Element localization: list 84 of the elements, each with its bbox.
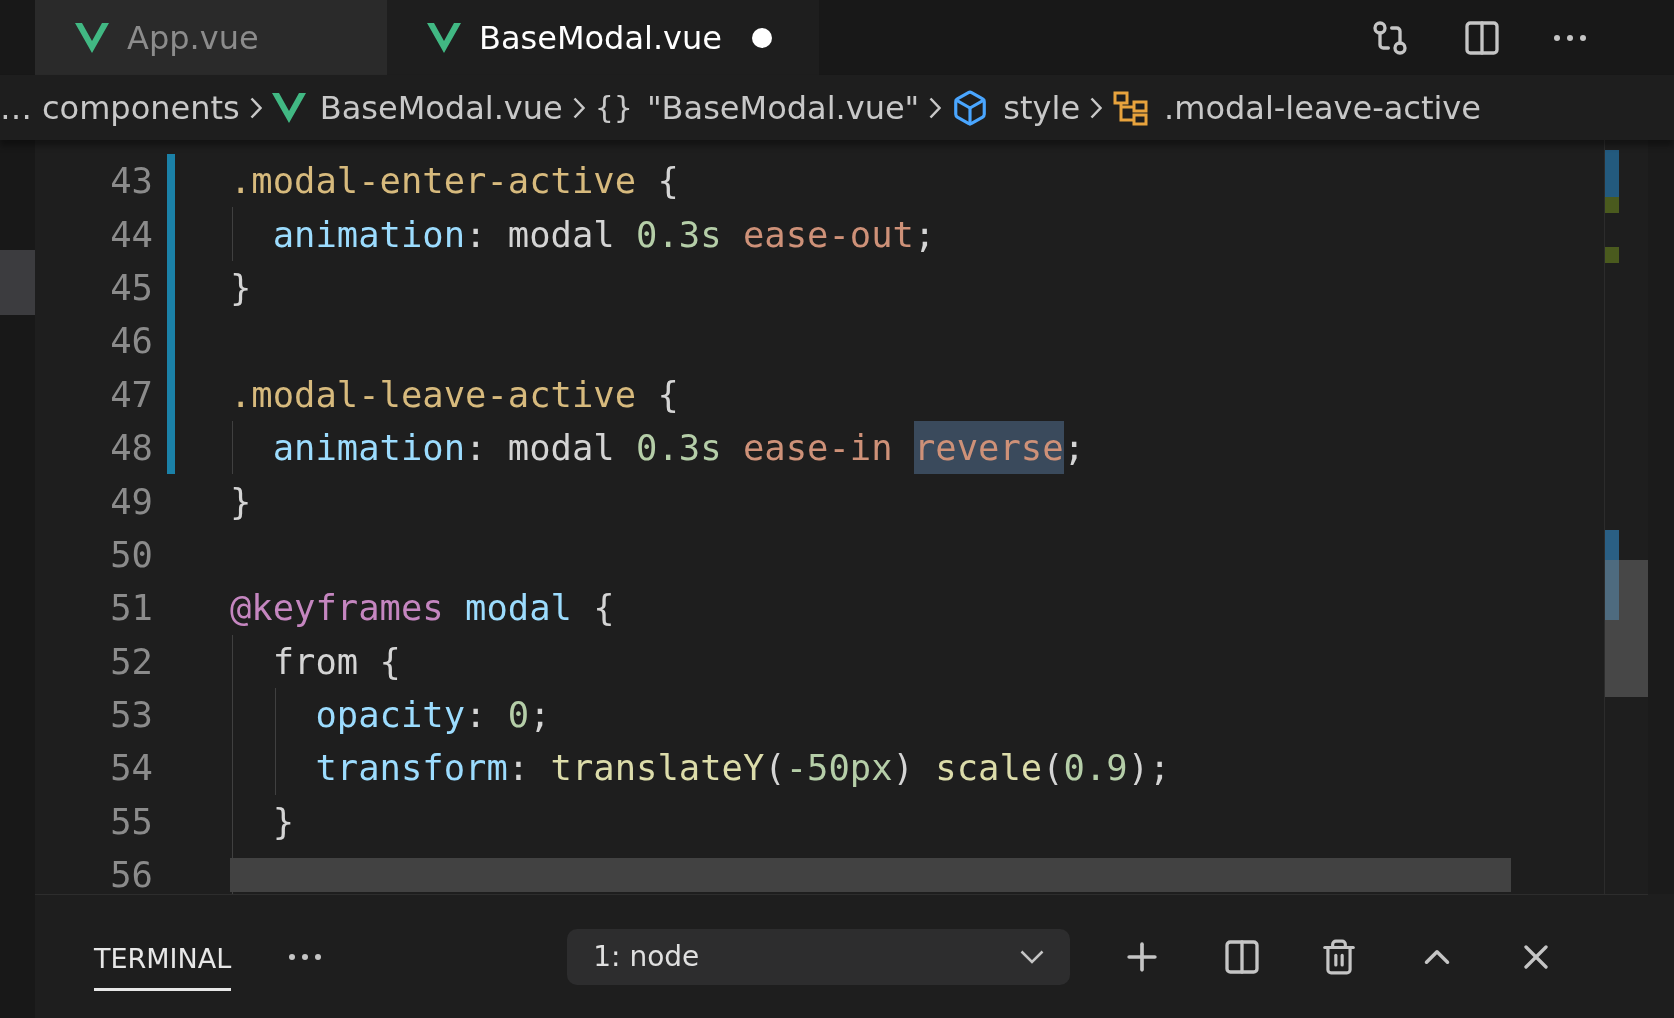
code-token: : modal (465, 212, 616, 257)
breadcrumb-label: style (1003, 88, 1081, 127)
code-token: opacity (314, 693, 466, 738)
vue-file-icon (75, 22, 109, 53)
code-token: scale (935, 746, 1043, 791)
code-token: ( (1042, 746, 1064, 791)
line-number: 44 (109, 213, 153, 255)
code-token: from { (271, 639, 401, 684)
tab-label: App.vue (127, 18, 259, 57)
more-actions-button[interactable] (289, 953, 322, 960)
code-token: reverse (913, 421, 1064, 475)
ellipsis-icon (289, 953, 322, 960)
line-number: 55 (109, 800, 153, 842)
chevron-right-icon (929, 96, 942, 119)
line-number: 46 (109, 320, 153, 362)
line-number: 43 (109, 160, 153, 202)
code-token: translateY (550, 746, 765, 791)
code-token: ease-in (742, 426, 894, 471)
code-token: animation (271, 212, 466, 257)
chevron-right-icon (1090, 96, 1103, 119)
breadcrumb-item[interactable]: BaseModal.vue (271, 88, 563, 127)
editor-tab[interactable]: BaseModal.vue (387, 0, 819, 75)
breadcrumb-item[interactable]: … (0, 88, 32, 127)
line-number: 52 (109, 640, 153, 682)
overview-ruler[interactable] (1604, 140, 1648, 894)
breadcrumb-item[interactable]: style (951, 88, 1081, 127)
terminal-select[interactable]: 1: node (567, 928, 1071, 985)
line-number: 56 (109, 854, 153, 894)
ellipsis-icon (1554, 34, 1586, 41)
change-marker (1605, 247, 1619, 263)
code-token: .modal-leave-active (230, 372, 637, 417)
unsaved-dot-icon (752, 27, 772, 48)
code-token: @keyframes (230, 586, 445, 631)
code-token: { (656, 159, 679, 204)
line-number: 50 (109, 533, 153, 575)
code-token: } (271, 799, 295, 844)
code-token: ; (913, 212, 936, 257)
code-token: .modal-enter-active (230, 159, 637, 204)
code-token: animation (271, 426, 466, 471)
line-number: 51 (109, 587, 153, 629)
code-token: 0.9 (1063, 746, 1128, 791)
code-token: ; (1063, 426, 1085, 471)
breadcrumb-item[interactable]: components (42, 88, 240, 127)
hierarchy-icon (1112, 89, 1151, 126)
code-token: : (507, 746, 531, 791)
code-token: { (656, 372, 679, 417)
panel-tab[interactable]: TERMINAL (94, 926, 232, 991)
code-token: } (230, 479, 252, 524)
line-number: 45 (109, 266, 153, 308)
breadcrumb-label: BaseModal.vue (319, 88, 563, 127)
tab-label: BaseModal.vue (479, 18, 722, 57)
code-token: -50px (785, 746, 893, 791)
chevron-right-icon (249, 96, 262, 119)
code-token: modal (465, 586, 572, 631)
code-token: : (465, 693, 488, 738)
horizontal-scrollbar[interactable] (230, 858, 1511, 892)
code-token: 0 (507, 693, 530, 738)
code-token: { (592, 586, 615, 631)
code-token: ( (764, 746, 786, 791)
breadcrumb-label: "BaseModal.vue" (646, 88, 920, 127)
code-token: transform (314, 746, 508, 791)
code-token: 0.3s (636, 212, 723, 257)
code-token: } (230, 265, 252, 310)
vue-file-icon (271, 92, 306, 123)
braces-icon: {} (594, 90, 633, 125)
code-token: ; (529, 693, 551, 738)
code-token: : modal (465, 426, 616, 471)
code-token: ); (1127, 746, 1171, 791)
chevron-right-icon (572, 96, 585, 119)
code-token: ease-out (742, 212, 914, 257)
chevron-down-icon (1020, 949, 1045, 964)
line-number: 48 (109, 427, 153, 469)
change-marker (1605, 150, 1619, 213)
scrollbar-thumb[interactable] (1605, 560, 1648, 697)
breadcrumb-item[interactable]: {} "BaseModal.vue" (594, 88, 920, 127)
line-number: 47 (109, 373, 153, 415)
line-number: 53 (109, 694, 153, 736)
line-number: 54 (109, 747, 153, 789)
line-number: 49 (109, 480, 153, 522)
code-token: 0.3s (636, 426, 723, 471)
more-actions-button[interactable] (1554, 34, 1586, 41)
editor-tab[interactable]: App.vue (35, 0, 387, 75)
vue-file-icon (427, 22, 461, 53)
code-token: ) (892, 746, 915, 791)
